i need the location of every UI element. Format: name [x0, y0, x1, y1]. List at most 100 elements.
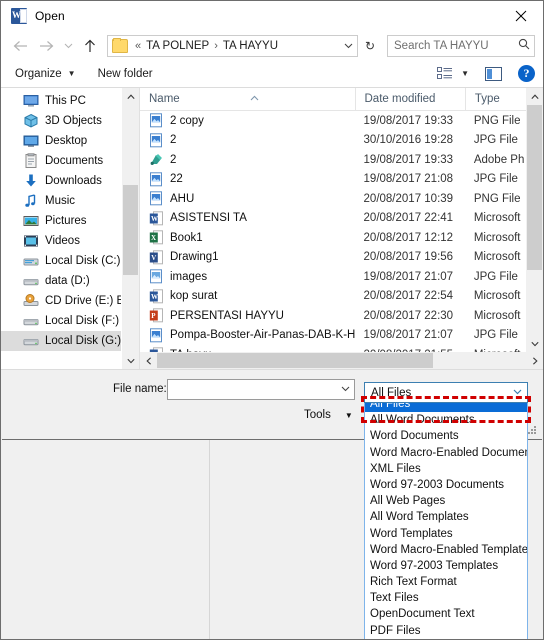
- column-header-date-modified[interactable]: Date modified: [354, 88, 465, 110]
- sidebar-item-desktop[interactable]: Desktop: [1, 131, 121, 151]
- sidebar-scroll-thumb[interactable]: [123, 185, 138, 275]
- refresh-button[interactable]: ↻: [359, 35, 381, 57]
- sidebar-item-music[interactable]: Music: [1, 191, 121, 211]
- file-type-combobox[interactable]: All Files: [364, 382, 528, 403]
- file-type-option[interactable]: All Word Documents: [365, 412, 527, 428]
- sidebar-item-cd-drive-e[interactable]: CD Drive (E:) BO: [1, 291, 121, 311]
- hscroll-right-button[interactable]: [526, 352, 543, 369]
- file-list-horizontal-scrollbar[interactable]: [140, 352, 543, 369]
- chevron-down-icon[interactable]: [507, 387, 527, 398]
- file-type-option[interactable]: Word Templates: [365, 526, 527, 542]
- table-row[interactable]: W ASISTENSI TA 20/08/2017 22:41 Microsof…: [140, 209, 543, 229]
- forward-button[interactable]: [33, 34, 59, 58]
- sidebar-item-videos[interactable]: Videos: [1, 231, 121, 251]
- list-scroll-thumb[interactable]: [527, 105, 542, 270]
- file-type-dropdown-list[interactable]: All Files All Word Documents Word Docume…: [364, 395, 528, 639]
- help-button[interactable]: ?: [518, 65, 535, 82]
- table-row[interactable]: W kop surat 20/08/2017 22:54 Microsoft: [140, 287, 543, 307]
- sidebar-item-data-d[interactable]: data (D:): [1, 271, 121, 291]
- new-folder-button[interactable]: New folder: [98, 68, 153, 80]
- dialog-body: This PC 3D Objects Desktop Documents Dow…: [1, 88, 543, 369]
- table-row[interactable]: 22 19/08/2017 21:08 JPG File: [140, 170, 543, 190]
- sidebar-item-label: CD Drive (E:) BO: [45, 295, 121, 307]
- table-row[interactable]: 2 copy 19/08/2017 19:33 PNG File: [140, 111, 543, 131]
- navigation-sidebar[interactable]: This PC 3D Objects Desktop Documents Dow…: [1, 88, 121, 369]
- organize-button[interactable]: Organize ▼: [15, 68, 76, 80]
- file-type-option[interactable]: All Web Pages: [365, 493, 527, 509]
- file-type-selected-value: All Files: [371, 386, 412, 399]
- table-row[interactable]: V Drawing1 20/08/2017 19:56 Microsoft: [140, 248, 543, 268]
- file-type-option[interactable]: XML Files: [365, 461, 527, 477]
- table-row[interactable]: AHU 20/08/2017 10:39 PNG File: [140, 189, 543, 209]
- sidebar-item-3d-objects[interactable]: 3D Objects: [1, 111, 121, 131]
- file-type-option[interactable]: OpenDocument Text: [365, 606, 527, 622]
- file-type-option[interactable]: Word 97-2003 Documents: [365, 477, 527, 493]
- tools-button[interactable]: Tools ▼: [304, 409, 353, 421]
- file-type-option[interactable]: Word Documents: [365, 428, 527, 444]
- file-type-option[interactable]: Word Macro-Enabled Documents: [365, 445, 527, 461]
- list-scroll-up-button[interactable]: [526, 88, 543, 105]
- arrow-right-icon: [39, 40, 53, 51]
- resize-grip[interactable]: [527, 426, 537, 436]
- chevron-down-icon: ▼: [67, 69, 76, 78]
- table-row[interactable]: P PERSENTASI HAYYU 20/08/2017 22:30 Micr…: [140, 306, 543, 326]
- screen-root: W Open « TA POLNEP › TA HAYYU ↻ Search T…: [0, 0, 544, 640]
- file-type-option[interactable]: Text Files: [365, 590, 527, 606]
- recent-locations-button[interactable]: [59, 34, 77, 58]
- search-box[interactable]: Search TA HAYYU: [387, 34, 535, 57]
- list-scroll-down-button[interactable]: [526, 335, 543, 352]
- sidebar-item-downloads[interactable]: Downloads: [1, 171, 121, 191]
- file-name-input[interactable]: [167, 379, 355, 400]
- file-type-option[interactable]: All Word Templates: [365, 509, 527, 525]
- file-type-option[interactable]: PDF Files: [365, 623, 527, 639]
- back-button[interactable]: [7, 34, 33, 58]
- visio-doc-icon: V: [149, 250, 164, 265]
- close-button[interactable]: [499, 1, 543, 30]
- search-input[interactable]: Search TA HAYYU: [388, 40, 514, 52]
- sidebar-item-local-disk-g[interactable]: Local Disk (G:): [1, 331, 121, 351]
- address-dropdown-button[interactable]: [339, 36, 357, 56]
- preview-pane-button[interactable]: [485, 66, 502, 81]
- sidebar-item-local-disk-c[interactable]: Local Disk (C:): [1, 251, 121, 271]
- sidebar-item-label: This PC: [45, 95, 86, 107]
- file-type-option[interactable]: Rich Text Format: [365, 574, 527, 590]
- file-type-option[interactable]: Word Macro-Enabled Templates: [365, 542, 527, 558]
- file-list-vertical-scrollbar[interactable]: [526, 88, 543, 352]
- navigation-bar: « TA POLNEP › TA HAYYU ↻ Search TA HAYYU: [1, 31, 543, 60]
- file-name-cell: P PERSENTASI HAYYU: [140, 308, 355, 323]
- sidebar-item-this-pc[interactable]: This PC: [1, 91, 121, 111]
- sidebar-item-documents[interactable]: Documents: [1, 151, 121, 171]
- file-date-cell: 30/10/2016 19:28: [363, 134, 454, 147]
- chevron-up-icon: [530, 93, 539, 99]
- sidebar-item-local-disk-f[interactable]: Local Disk (F:): [1, 311, 121, 331]
- svg-text:W: W: [151, 215, 158, 223]
- jpg-image-icon: [149, 269, 164, 284]
- file-type-option[interactable]: Word 97-2003 Templates: [365, 558, 527, 574]
- column-header-label: Date modified: [364, 93, 436, 105]
- view-options-icon: [437, 66, 453, 81]
- breadcrumb-item-0[interactable]: TA POLNEP: [143, 40, 212, 52]
- 3d-objects-icon: [23, 113, 39, 129]
- column-header-name[interactable]: Name: [140, 88, 355, 110]
- table-row[interactable]: X Book1 20/08/2017 12:12 Microsoft: [140, 228, 543, 248]
- sidebar-item-pictures[interactable]: Pictures: [1, 211, 121, 231]
- column-header-label: Type: [474, 93, 500, 105]
- breadcrumb-item-1[interactable]: TA HAYYU: [220, 40, 281, 52]
- view-options-button[interactable]: ▼: [437, 66, 469, 81]
- chevron-down-icon[interactable]: [336, 384, 354, 395]
- hscroll-thumb[interactable]: [157, 353, 433, 368]
- sidebar-scrollbar[interactable]: [121, 88, 139, 369]
- up-button[interactable]: [77, 34, 103, 58]
- table-row[interactable]: Pompa-Booster-Air-Panas-DAB-K-HA-3... 19…: [140, 326, 543, 346]
- table-row[interactable]: 2 19/08/2017 19:33 Adobe Ph: [140, 150, 543, 170]
- hscroll-left-button[interactable]: [140, 352, 157, 369]
- dialog-titlebar: W Open: [1, 1, 543, 31]
- tools-label: Tools: [304, 409, 331, 421]
- address-bar[interactable]: « TA POLNEP › TA HAYYU: [107, 34, 358, 57]
- table-row[interactable]: 2 30/10/2016 19:28 JPG File: [140, 131, 543, 151]
- breadcrumb-overflow[interactable]: «: [133, 40, 143, 52]
- sidebar-scroll-down-button[interactable]: [122, 352, 139, 369]
- sidebar-scroll-up-button[interactable]: [122, 88, 139, 105]
- file-name-cell: V Drawing1: [140, 250, 355, 265]
- table-row[interactable]: images 19/08/2017 21:07 JPG File: [140, 267, 543, 287]
